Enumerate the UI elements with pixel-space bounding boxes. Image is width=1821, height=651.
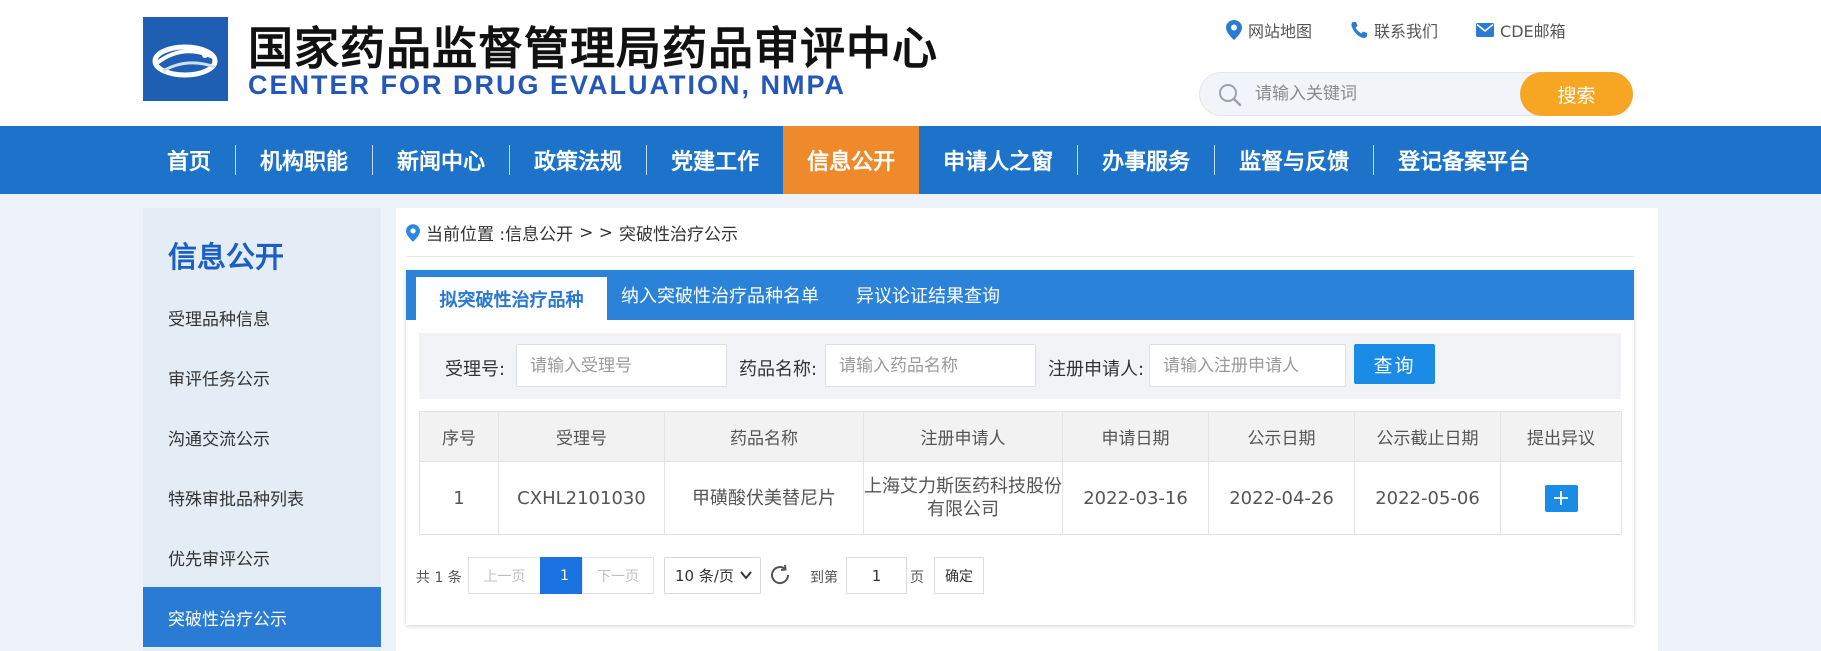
main-nav: 首页 机构职能 新闻中心 政策法规 党建工作 信息公开 申请人之窗 办事服务 监… [0, 126, 1821, 194]
phone-icon [1351, 22, 1368, 38]
sidebar-item-breakthrough[interactable]: 突破性治疗公示 [143, 587, 381, 647]
tab-included-list[interactable]: 纳入突破性治疗品种名单 [611, 270, 829, 320]
nav-item-news[interactable]: 新闻中心 [373, 126, 509, 194]
sidebar-item-communication[interactable]: 沟通交流公示 [143, 407, 381, 467]
cell-applicant: 上海艾力斯医药科技股份有限公司 [863, 461, 1063, 535]
cell-index: 1 [419, 461, 499, 535]
content-card: 拟突破性治疗品种 纳入突破性治疗品种名单 异议论证结果查询 受理号: 药品名称:… [406, 270, 1634, 625]
logo-emblem-icon [143, 17, 228, 101]
sidebar-item-review-tasks[interactable]: 审评任务公示 [143, 347, 381, 407]
contact-label: 联系我们 [1374, 22, 1439, 41]
location-icon [406, 223, 420, 242]
page-background [1658, 208, 1821, 651]
search-icon [1219, 84, 1242, 107]
column-header: 申请日期 [1062, 411, 1209, 462]
nav-item-policy[interactable]: 政策法规 [510, 126, 646, 194]
cde-mail-link[interactable]: CDE邮箱 [1476, 18, 1566, 42]
breadcrumb-prefix: 当前位置 : [426, 225, 506, 245]
sidebar-item-priority-review[interactable]: 优先审评公示 [143, 527, 381, 587]
top-links: 网站地图 联系我们 CDE邮箱 [1226, 18, 1604, 42]
column-header: 序号 [419, 411, 499, 462]
query-button[interactable]: 查询 [1354, 344, 1435, 384]
nav-item-party[interactable]: 党建工作 [647, 126, 783, 194]
breadcrumb-separator: > > [579, 222, 614, 243]
tab-objection-results[interactable]: 异议论证结果查询 [834, 270, 1022, 320]
sitemap-label: 网站地图 [1248, 22, 1313, 41]
pagination: 共 1 条 上一页 1 下一页 10 条/页 到第 页 确定 [416, 557, 1636, 594]
cell-accept-no: CXHL2101030 [498, 461, 665, 535]
map-pin-icon [1226, 20, 1242, 40]
tab-bar: 拟突破性治疗品种 纳入突破性治疗品种名单 异议论证结果查询 [406, 270, 1634, 320]
results-table: 序号 受理号 药品名称 注册申请人 申请日期 公示日期 公示截止日期 提出异议 … [419, 411, 1622, 535]
cell-apply-date: 2022-03-16 [1062, 461, 1209, 535]
refresh-icon[interactable] [768, 563, 792, 587]
nav-item-applicant[interactable]: 申请人之窗 [919, 126, 1077, 194]
applicant-label: 注册申请人: [1048, 359, 1145, 380]
chevron-down-icon [740, 571, 752, 580]
column-header: 提出异议 [1500, 411, 1622, 462]
breadcrumb: 当前位置 : 信息公开 > > 突破性治疗公示 [406, 220, 738, 245]
nav-item-registration[interactable]: 登记备案平台 [1374, 126, 1554, 194]
accept-no-input[interactable] [516, 344, 727, 387]
nav-item-services[interactable]: 办事服务 [1078, 126, 1214, 194]
main-content: 当前位置 : 信息公开 > > 突破性治疗公示 拟突破性治疗品种 纳入突破性治疗… [396, 208, 1658, 651]
cell-deadline: 2022-05-06 [1354, 461, 1501, 535]
breadcrumb-current: 突破性治疗公示 [619, 225, 739, 245]
search-box: 搜索 [1199, 72, 1633, 116]
table-row: 1 CXHL2101030 甲磺酸伏美替尼片 上海艾力斯医药科技股份有限公司 2… [419, 461, 1622, 535]
cell-objection: + [1500, 461, 1622, 535]
nav-item-disclosure[interactable]: 信息公开 [783, 126, 920, 194]
applicant-input[interactable] [1149, 344, 1346, 387]
contact-link[interactable]: 联系我们 [1350, 18, 1438, 42]
nav-item-home[interactable]: 首页 [143, 126, 235, 194]
prev-page-button[interactable]: 上一页 [468, 557, 541, 594]
breadcrumb-section[interactable]: 信息公开 [505, 220, 573, 245]
sidebar-title: 信息公开 [168, 240, 285, 274]
search-button[interactable]: 搜索 [1520, 72, 1633, 116]
search-input[interactable] [1255, 79, 1515, 109]
cde-logo[interactable] [143, 17, 228, 101]
cell-publish-date: 2022-04-26 [1208, 461, 1355, 535]
breadcrumb-divider [406, 256, 1634, 257]
mail-icon [1476, 23, 1495, 37]
site-title-cn: 国家药品监督管理局药品审评中心 [248, 22, 939, 75]
tab-proposed-breakthrough[interactable]: 拟突破性治疗品种 [416, 277, 607, 320]
total-count: 共 1 条 [416, 570, 462, 586]
site-title-en: CENTER FOR DRUG EVALUATION, NMPA [248, 70, 846, 100]
column-header: 受理号 [498, 411, 665, 462]
accept-no-label: 受理号: [445, 359, 506, 380]
sidebar: 信息公开 受理品种信息 审评任务公示 沟通交流公示 特殊审批品种列表 优先审评公… [143, 208, 381, 651]
cde-mail-label: CDE邮箱 [1500, 22, 1566, 41]
table-header-row: 序号 受理号 药品名称 注册申请人 申请日期 公示日期 公示截止日期 提出异议 [419, 411, 1622, 462]
column-header: 公示截止日期 [1354, 411, 1501, 462]
sitemap-link[interactable]: 网站地图 [1226, 18, 1312, 42]
sidebar-item-special-approval[interactable]: 特殊审批品种列表 [143, 467, 381, 527]
page-size-select[interactable]: 10 条/页 [664, 557, 761, 594]
filter-bar: 受理号: 药品名称: 注册申请人: 查询 [419, 333, 1621, 399]
column-header: 公示日期 [1208, 411, 1355, 462]
nav-item-functions[interactable]: 机构职能 [236, 126, 372, 194]
page-size-value: 10 条/页 [675, 567, 734, 585]
sidebar-item-accepted[interactable]: 受理品种信息 [143, 287, 381, 347]
drug-name-label: 药品名称: [739, 359, 818, 380]
column-header: 药品名称 [664, 411, 864, 462]
drug-name-input[interactable] [825, 344, 1036, 387]
nav-item-feedback[interactable]: 监督与反馈 [1215, 126, 1373, 194]
goto-confirm-button[interactable]: 确定 [934, 557, 984, 594]
column-header: 注册申请人 [863, 411, 1063, 462]
next-page-button[interactable]: 下一页 [582, 557, 654, 594]
cell-drug-name: 甲磺酸伏美替尼片 [664, 461, 864, 535]
page-unit-label: 页 [910, 570, 924, 586]
site-header: 国家药品监督管理局药品审评中心 CENTER FOR DRUG EVALUATI… [0, 0, 1821, 126]
goto-page-input[interactable] [846, 557, 907, 594]
raise-objection-button[interactable]: + [1544, 484, 1578, 512]
goto-label: 到第 [810, 570, 838, 586]
